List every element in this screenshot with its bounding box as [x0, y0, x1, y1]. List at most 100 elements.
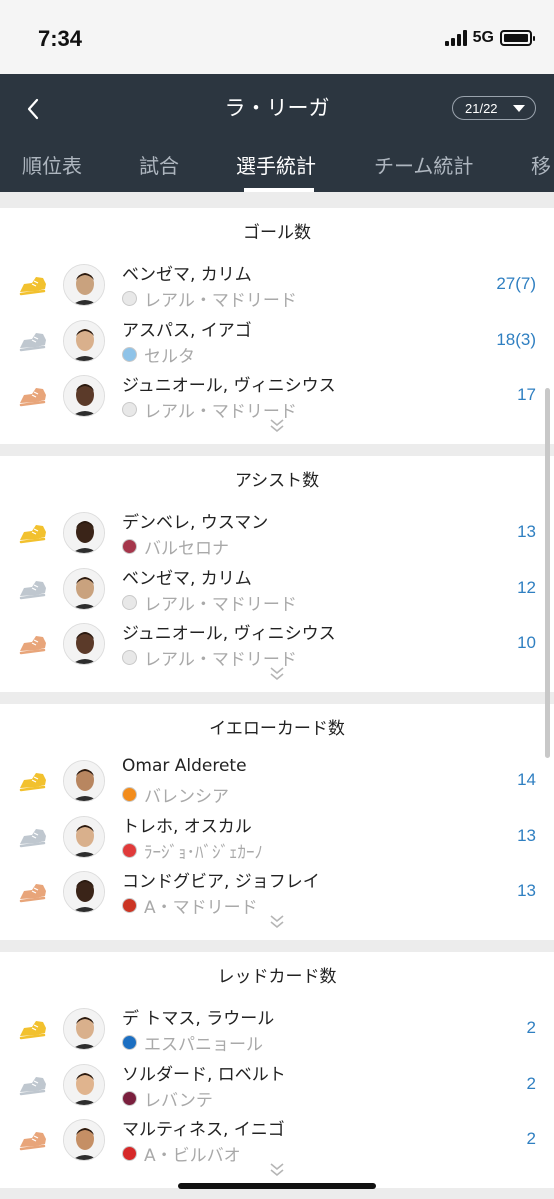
player-avatar: [63, 760, 105, 802]
real-madrid-crest-icon: [122, 402, 137, 417]
player-name: ベンゼマ, カリム: [122, 265, 252, 285]
player-avatar: [63, 264, 105, 306]
tab-standings[interactable]: 順位表: [22, 150, 82, 179]
stat-value: 13: [517, 826, 536, 845]
player-row[interactable]: ジュニオール, ヴィニシウス レアル・マドリード 10: [0, 619, 554, 673]
real-madrid-crest-icon: [122, 650, 137, 665]
player-avatar: [63, 568, 105, 610]
tab-transfers[interactable]: 移: [531, 150, 551, 179]
player-row[interactable]: ジュニオール, ヴィニシウス レアル・マドリード 17: [0, 371, 554, 425]
player-row[interactable]: トレホ, オスカル ﾗｰｼﾞｮ･ﾊﾞｼﾞｪｶｰﾉ 13: [0, 812, 554, 866]
stat-value: 12: [517, 578, 536, 597]
network-label: 5G: [472, 29, 494, 46]
player-name: アスパス, イアゴ: [122, 321, 252, 341]
team-info: レアル・マドリード: [122, 286, 297, 311]
team-info: バルセロナ: [122, 534, 229, 559]
team-name: バレンシア: [144, 787, 229, 807]
player-row[interactable]: マルティネス, イニゴ A・ビルバオ 2: [0, 1115, 554, 1169]
stat-value: 13: [517, 881, 536, 900]
player-name: ソルダード, ロベルト: [122, 1065, 286, 1085]
rayo-crest-icon: [122, 843, 137, 858]
player-avatar: [63, 871, 105, 913]
gold-boot-icon: [19, 277, 46, 296]
stat-value: 14: [517, 770, 536, 789]
player-name: ベンゼマ, カリム: [122, 569, 252, 589]
real-madrid-crest-icon: [122, 595, 137, 610]
team-info: レアル・マドリード: [122, 590, 297, 615]
stat-value: 2: [526, 1018, 536, 1037]
stat-value: 18(3): [496, 330, 536, 349]
team-info: A・ビルバオ: [122, 1141, 241, 1166]
silver-boot-icon: [19, 333, 46, 352]
team-name: レアル・マドリード: [144, 595, 297, 615]
bronze-boot-icon: [19, 1132, 46, 1151]
silver-boot-icon: [19, 581, 46, 600]
player-name: Omar Alderete: [122, 756, 247, 776]
stat-card: レッドカード数デ トマス, ラウール エスパニョール 2 ソルダード, ロベルト レバン…: [0, 952, 554, 1188]
player-row[interactable]: ベンゼマ, カリムレアル・マドリード 12: [0, 564, 554, 618]
stat-value: 17: [517, 385, 536, 404]
barcelona-crest-icon: [122, 539, 137, 554]
section-title: レッドカード数: [217, 967, 337, 987]
team-name: レバンテ: [144, 1091, 213, 1111]
section-title: ゴール数: [243, 223, 311, 243]
player-row[interactable]: コンドグビア, ジョフレイ A・マドリード 13: [0, 867, 554, 921]
tab-team-stats[interactable]: チーム統計: [374, 150, 473, 179]
team-name: A・マドリード: [144, 898, 258, 918]
team-name: セルタ: [144, 347, 195, 367]
team-info: A・マドリード: [122, 893, 258, 918]
player-avatar: [63, 1008, 105, 1050]
scrollbar[interactable]: [545, 388, 550, 758]
bilbao-crest-icon: [122, 1146, 137, 1161]
expand-more-button[interactable]: [268, 418, 286, 434]
celta-crest-icon: [122, 347, 137, 362]
stat-value: 2: [526, 1074, 536, 1093]
stat-value: 2: [526, 1129, 536, 1148]
team-name: ﾗｰｼﾞｮ･ﾊﾞｼﾞｪｶｰﾉ: [144, 843, 263, 863]
expand-more-button[interactable]: [268, 1162, 286, 1178]
status-time: 7:34: [38, 26, 83, 51]
player-row[interactable]: ベンゼマ, カリム レアル・マドリード 27(7): [0, 260, 554, 314]
stat-value: 27(7): [496, 274, 536, 293]
expand-more-button[interactable]: [268, 666, 286, 682]
double-chevron-down-icon: [270, 915, 284, 929]
player-row[interactable]: アスパス, イアゴセルタ 18(3): [0, 316, 554, 370]
season-dropdown[interactable]: 21/22: [452, 96, 536, 120]
player-row[interactable]: デンベレ, ウスマン バルセロナ 13: [0, 508, 554, 562]
player-avatar: [63, 320, 105, 362]
espanyol-crest-icon: [122, 1035, 137, 1050]
stat-value: 10: [517, 633, 536, 652]
team-info: ﾗｰｼﾞｮ･ﾊﾞｼﾞｪｶｰﾉ: [122, 838, 263, 863]
signal-icon: [444, 30, 467, 46]
silver-boot-icon: [19, 829, 46, 848]
player-name: マルティネス, イニゴ: [122, 1120, 285, 1140]
player-name: トレホ, オスカル: [122, 817, 252, 837]
player-row[interactable]: ソルダード, ロベルトレバンテ 2: [0, 1060, 554, 1114]
gold-boot-icon: [19, 1021, 46, 1040]
player-name: コンドグビア, ジョフレイ: [122, 872, 320, 892]
bronze-boot-icon: [19, 636, 46, 655]
player-name: ジュニオール, ヴィニシウス: [122, 376, 336, 396]
valencia-crest-icon: [122, 787, 137, 802]
tab-matches[interactable]: 試合: [139, 150, 179, 179]
team-info: バレンシア: [122, 782, 229, 807]
team-name: A・ビルバオ: [144, 1146, 241, 1166]
player-row[interactable]: Omar Alderete バレンシア 14: [0, 756, 554, 810]
levante-crest-icon: [122, 1091, 137, 1106]
team-info: エスパニョール: [122, 1030, 263, 1055]
gold-boot-icon: [19, 525, 46, 544]
gold-boot-icon: [19, 773, 46, 792]
player-row[interactable]: デ トマス, ラウール エスパニョール 2: [0, 1004, 554, 1058]
player-avatar: [63, 1064, 105, 1106]
team-name: バルセロナ: [144, 539, 229, 559]
tab-player-stats[interactable]: 選手統計: [236, 150, 316, 179]
player-name: デ トマス, ラウール: [122, 1009, 275, 1029]
double-chevron-down-icon: [270, 419, 284, 433]
expand-more-button[interactable]: [268, 914, 286, 930]
double-chevron-down-icon: [270, 1163, 284, 1177]
bronze-boot-icon: [19, 884, 46, 903]
stat-value: 13: [517, 522, 536, 541]
stat-card: アシスト数 デンベレ, ウスマン バルセロナ 13 ベンゼマ, カリム レアル・マドリード…: [0, 456, 554, 692]
stat-card: イエローカード数 Omar Alderete バレンシア 14 トレホ, オスカル ﾗｰｼ…: [0, 704, 554, 940]
player-avatar: [63, 816, 105, 858]
